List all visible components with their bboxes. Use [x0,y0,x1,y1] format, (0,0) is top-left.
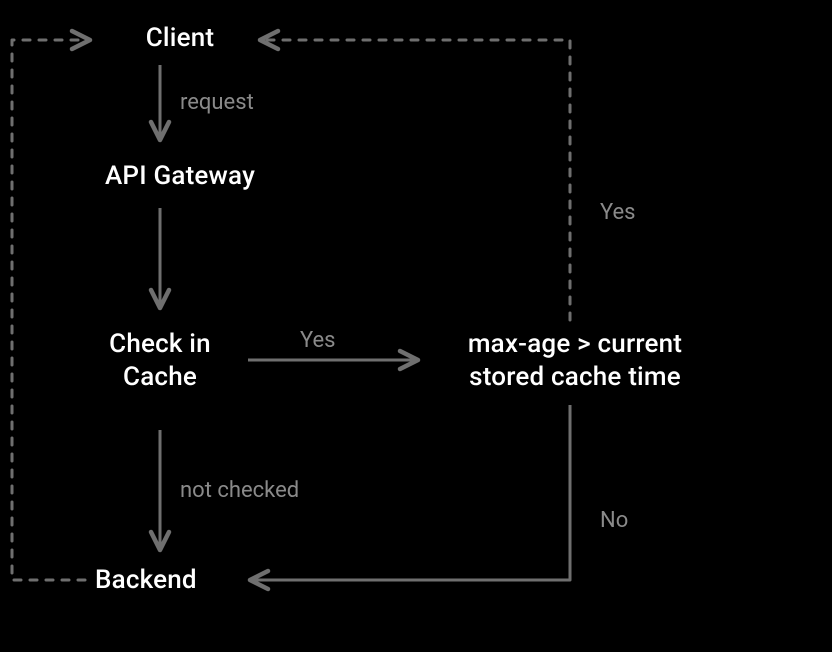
edge-backend-to-client [12,40,90,580]
diagram-canvas: Client API Gateway Check in Cache max-ag… [0,0,832,652]
node-maxage-line2: stored cache time [469,362,681,392]
node-check-cache-line1: Check in [109,329,211,359]
edge-label-maxage-no: No [600,508,628,533]
node-maxage-line1: max-age > current [468,329,682,359]
node-check-cache-line2: Cache [123,362,197,392]
edge-label-request: request [180,90,254,115]
node-maxage: max-age > current stored cache time [430,328,720,393]
edge-label-cache-yes: Yes [300,328,336,353]
diagram-edges [0,0,832,652]
edge-label-maxage-yes: Yes [600,200,636,225]
edge-maxage-yes-to-client [260,40,570,320]
node-backend: Backend [95,564,255,597]
edge-label-not-checked: not checked [180,478,299,503]
node-check-cache: Check in Cache [80,328,240,393]
node-client: Client [110,22,250,55]
node-api-gateway: API Gateway [80,160,280,193]
